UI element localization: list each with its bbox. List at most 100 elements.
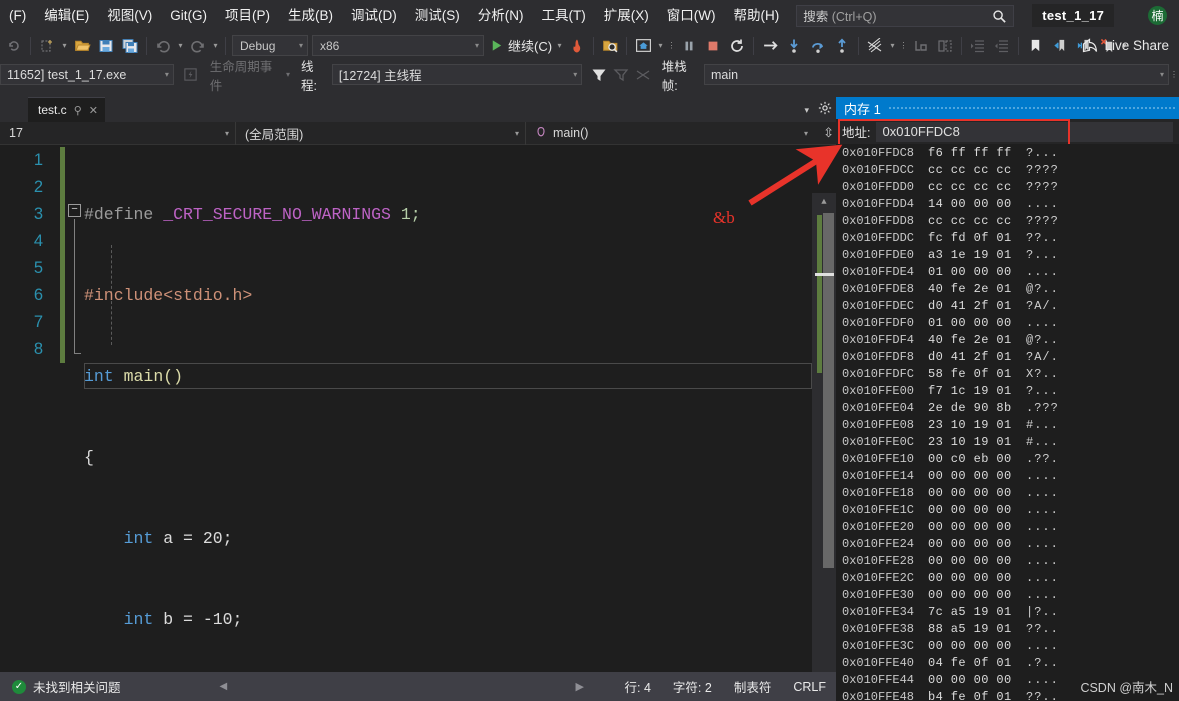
redo-caret-icon[interactable]: ▾ (210, 35, 221, 57)
toolbar-overflow-icon-2[interactable]: ⋮ (898, 35, 909, 57)
code-editor[interactable]: 1 2 3 4 5 6 7 8 − #define _CRT_SECURE_NO… (0, 145, 836, 701)
nav-member-combo[interactable]: main() ▾ (526, 122, 814, 145)
save-icon[interactable] (94, 34, 118, 58)
toolbar-overflow-icon[interactable]: ⋮ (666, 35, 677, 57)
menu-item-file[interactable]: (F) (0, 5, 35, 27)
collapse-icon[interactable]: − (68, 204, 81, 217)
hot-reload-caret-icon[interactable]: ▾ (655, 35, 666, 57)
step-over-icon[interactable] (806, 34, 830, 58)
menu-item-help[interactable]: 帮助(H) (724, 5, 788, 27)
threads-caret-icon[interactable]: ▾ (887, 35, 898, 57)
lifecycle-caret-icon[interactable]: ▾ (283, 64, 293, 86)
stackframe-combo[interactable]: main ▾ (703, 64, 1169, 85)
close-icon[interactable]: ✕ (89, 104, 98, 117)
redo-icon[interactable] (186, 34, 210, 58)
avatar[interactable]: 楠 (1148, 6, 1167, 25)
gear-icon[interactable] (818, 101, 832, 120)
continue-caret-icon[interactable]: ▾ (554, 35, 565, 57)
hot-reload-icon[interactable] (565, 34, 589, 58)
process-combo[interactable]: 11652] test_1_17.exe ▾ (0, 64, 174, 85)
memory-row-address: 0x010FFDD0 (842, 180, 915, 194)
chevron-down-icon: ▾ (803, 128, 808, 138)
scrollbar-thumb[interactable] (823, 213, 834, 568)
bookmark-icon[interactable] (1023, 34, 1047, 58)
flag-threads-icon[interactable] (610, 63, 632, 87)
memory-row-bytes: 00 00 00 00 (928, 554, 1012, 568)
line-number: 2 (33, 178, 43, 196)
solution-platform-combo[interactable]: x86 ▾ (312, 35, 484, 56)
drag-handle[interactable] (888, 106, 1175, 111)
nav-project-combo[interactable]: 17 ▾ (0, 121, 236, 145)
indent-increase-icon[interactable] (990, 34, 1014, 58)
memory-row: 0x010FFDF0 01 00 00 00.... (836, 315, 1179, 332)
live-share-button[interactable]: Live Share (1082, 37, 1169, 54)
thread-combo[interactable]: [12724] 主线程 ▾ (331, 64, 583, 85)
split-editor-icon[interactable]: ⇳ (823, 125, 834, 141)
menu-item-analyze[interactable]: 分析(N) (469, 5, 533, 27)
show-threads-icon[interactable] (863, 34, 887, 58)
save-all-icon[interactable] (118, 34, 142, 58)
menu-item-edit[interactable]: 编辑(E) (35, 5, 98, 27)
menu-item-project[interactable]: 项目(P) (216, 5, 279, 27)
run-to-cursor-icon[interactable] (758, 34, 782, 58)
memory-row-ascii: ???? (1026, 214, 1059, 228)
new-project-icon[interactable] (35, 34, 59, 58)
thread-value: [12724] 主线程 (338, 69, 422, 83)
pin-icon[interactable]: ⚲ (74, 104, 82, 117)
hot-reload-home-icon[interactable] (631, 34, 655, 58)
memory-row-bytes: 7c a5 19 01 (928, 605, 1012, 619)
compare-icon[interactable] (933, 34, 957, 58)
previous-bookmark-icon[interactable] (1047, 34, 1071, 58)
scrollbar-change-marks (817, 215, 822, 373)
tab-list-chevron-icon[interactable]: ▾ (804, 105, 809, 116)
nav-scope-combo[interactable]: (全局范围) ▾ (236, 121, 526, 145)
menu-item-tools[interactable]: 工具(T) (533, 5, 595, 27)
memory-row-ascii: ??.. (1026, 231, 1059, 245)
scroll-up-icon[interactable]: ▲ (812, 193, 836, 210)
menu-item-view[interactable]: 视图(V) (98, 5, 161, 27)
memory-row-address: 0x010FFE40 (842, 656, 915, 670)
back-navigate-icon[interactable] (2, 34, 26, 58)
new-project-caret-icon[interactable]: ▾ (59, 35, 70, 57)
step-into-icon[interactable] (782, 34, 806, 58)
status-expand-icon[interactable]: ◀ (220, 681, 228, 692)
code-line-6: int b = -10; (84, 606, 836, 633)
menu-item-debug[interactable]: 调试(D) (342, 5, 406, 27)
memory-row-bytes: 40 fe 2e 01 (928, 333, 1012, 347)
memory-row-address: 0x010FFDE8 (842, 282, 915, 296)
search-input[interactable]: 搜索 (Ctrl+Q) (796, 4, 1015, 27)
line-number-gutter: 1 2 3 4 5 6 7 8 (0, 145, 57, 672)
menu-item-build[interactable]: 生成(B) (279, 5, 342, 27)
debug-toolbar-overflow-icon[interactable]: ⋮ (1169, 64, 1179, 86)
open-file-icon[interactable] (70, 34, 94, 58)
memory-row-address: 0x010FFE08 (842, 418, 915, 432)
undo-caret-icon[interactable]: ▾ (175, 35, 186, 57)
memory-window-title[interactable]: 内存 1 (836, 97, 1179, 119)
editor-tab-test-c[interactable]: test.c ⚲ ✕ (28, 97, 105, 122)
memory-row-address: 0x010FFDD8 (842, 214, 915, 228)
attach-to-process-icon[interactable] (598, 34, 622, 58)
menu-item-extensions[interactable]: 扩展(X) (595, 5, 658, 27)
menu-item-git[interactable]: Git(G) (161, 5, 216, 27)
status-play-icon[interactable]: ▶ (576, 680, 584, 693)
step-out-icon[interactable] (830, 34, 854, 58)
menu-item-test[interactable]: 测试(S) (406, 5, 469, 27)
memory-dump-list[interactable]: 0x010FFDC8 f6 ff ff ff?... 0x010FFDCC cc c… (836, 144, 1179, 701)
editor-vertical-scrollbar[interactable]: ▲ ▼ (812, 193, 836, 701)
toolbar-separator (30, 36, 31, 55)
solution-configuration-combo[interactable]: Debug ▾ (232, 35, 308, 56)
continue-button[interactable]: 继续(C) (486, 34, 554, 57)
pause-icon[interactable] (677, 34, 701, 58)
lifecycle-events-icon[interactable] (180, 63, 202, 87)
indent-decrease-icon[interactable] (966, 34, 990, 58)
memory-address-input[interactable]: 0x010FFDC8 (876, 121, 1173, 142)
filter-threads-icon[interactable] (588, 63, 610, 87)
memory-row-ascii: .??. (1026, 452, 1059, 466)
undo-icon[interactable] (151, 34, 175, 58)
unflag-threads-icon[interactable] (632, 63, 654, 87)
menu-item-window[interactable]: 窗口(W) (658, 5, 725, 27)
project-name-chip[interactable]: test_1_17 (1032, 4, 1115, 27)
step-back-icon[interactable] (909, 34, 933, 58)
stop-debugging-icon[interactable] (701, 34, 725, 58)
restart-icon[interactable] (725, 34, 749, 58)
